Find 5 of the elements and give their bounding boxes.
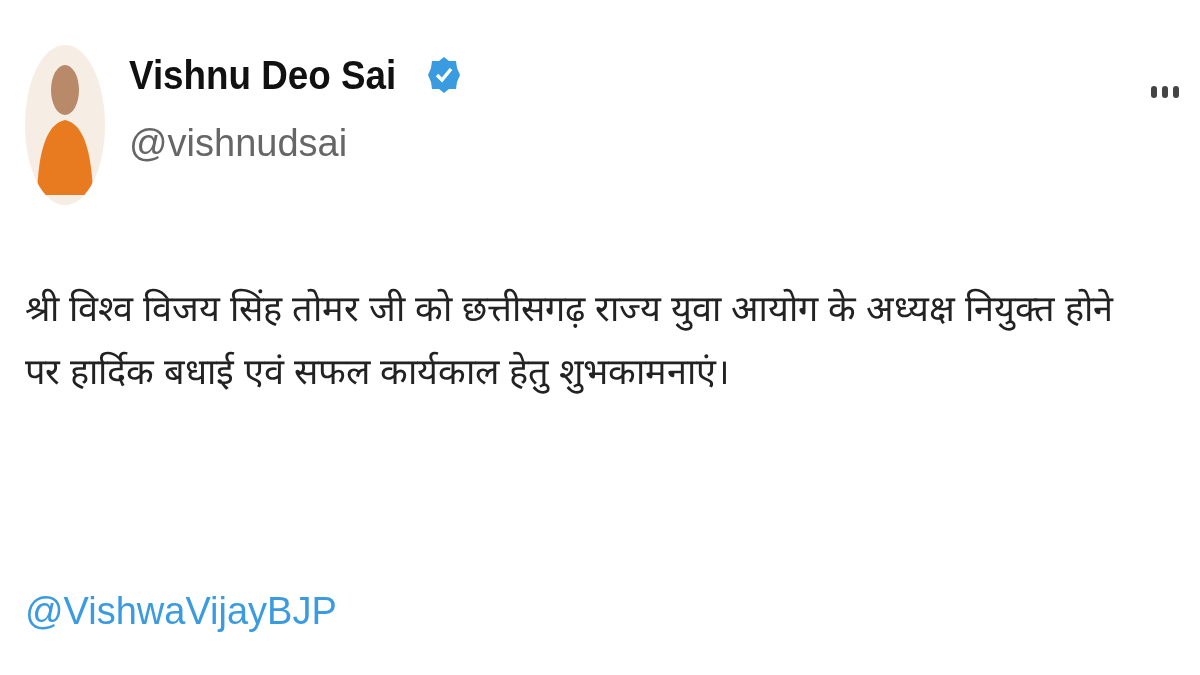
tweet-text: श्री विश्व विजय सिंह तोमर जी को छत्तीसगढ़ राज्य युवा आयोग के अध्यक्ष नियुक्त होने पर हार्दिक बधाई एवं सफल कार्यकाल हेतु शुभकामनाएं। (25, 287, 1115, 396)
author-name[interactable]: Vishnu Deo Sai (129, 53, 397, 97)
mention-link[interactable]: @VishwaVijayBJP (25, 583, 337, 640)
more-icon[interactable] (1150, 85, 1180, 99)
author-handle[interactable]: @vishnudsai (129, 123, 1150, 165)
